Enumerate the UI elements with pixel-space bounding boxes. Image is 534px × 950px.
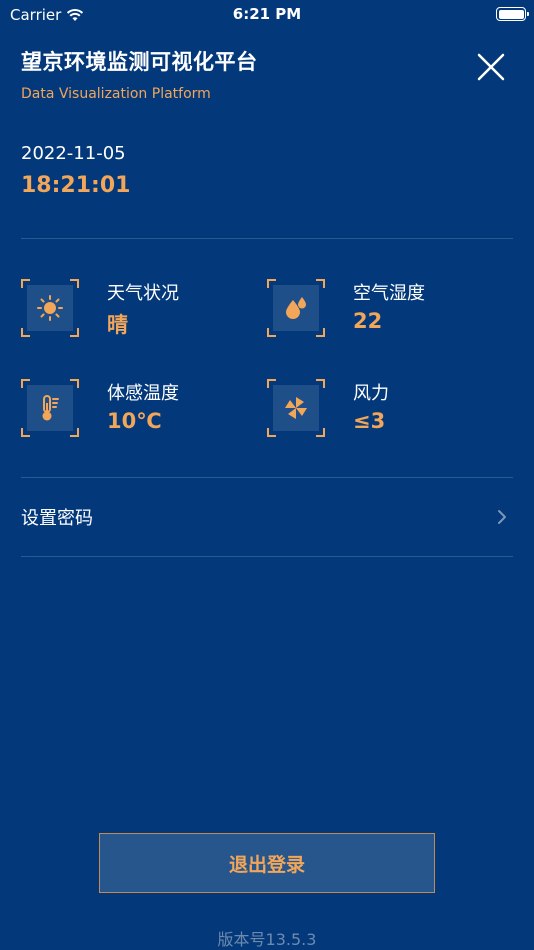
chevron-right-icon [498,510,506,524]
sun-icon [37,295,63,321]
battery-icon [496,7,529,21]
divider [21,238,513,239]
metric-label: 天气状况 [107,283,179,304]
logout-button[interactable]: 退出登录 [99,833,435,893]
metric-icon-frame [21,379,79,437]
close-icon [477,53,505,81]
status-bar: Carrier 6:21 PM [0,0,534,30]
metric-feels-like: 体感温度 10℃ [21,379,261,439]
metric-value: 晴 [107,313,128,337]
metric-icon-frame [267,279,325,337]
metric-humidity: 空气湿度 22 [267,279,507,339]
metric-label: 空气湿度 [353,283,425,304]
page-subtitle: Data Visualization Platform [21,86,211,102]
divider [21,556,513,557]
metric-label: 风力 [353,383,389,404]
metric-value: 22 [353,309,383,333]
metric-icon-frame [21,279,79,337]
current-date: 2022-11-05 [21,143,126,164]
water-drops-icon [286,297,306,319]
metric-weather: 天气状况 晴 [21,279,261,339]
page-title: 望京环境监测可视化平台 [21,50,258,74]
metric-label: 体感温度 [107,383,179,404]
metric-value: ≤3 [353,409,386,433]
metric-wind: 风力 ≤3 [267,379,507,439]
version-label: 版本号13.5.3 [217,930,317,949]
close-button[interactable] [476,52,506,82]
set-password-label: 设置密码 [21,508,93,529]
pinwheel-icon [285,397,307,419]
current-time: 18:21:01 [21,173,131,198]
metric-value: 10℃ [107,409,162,433]
status-time: 6:21 PM [232,5,302,23]
thermometer-icon [42,395,59,421]
metric-icon-frame [267,379,325,437]
set-password-row[interactable]: 设置密码 [21,478,513,556]
